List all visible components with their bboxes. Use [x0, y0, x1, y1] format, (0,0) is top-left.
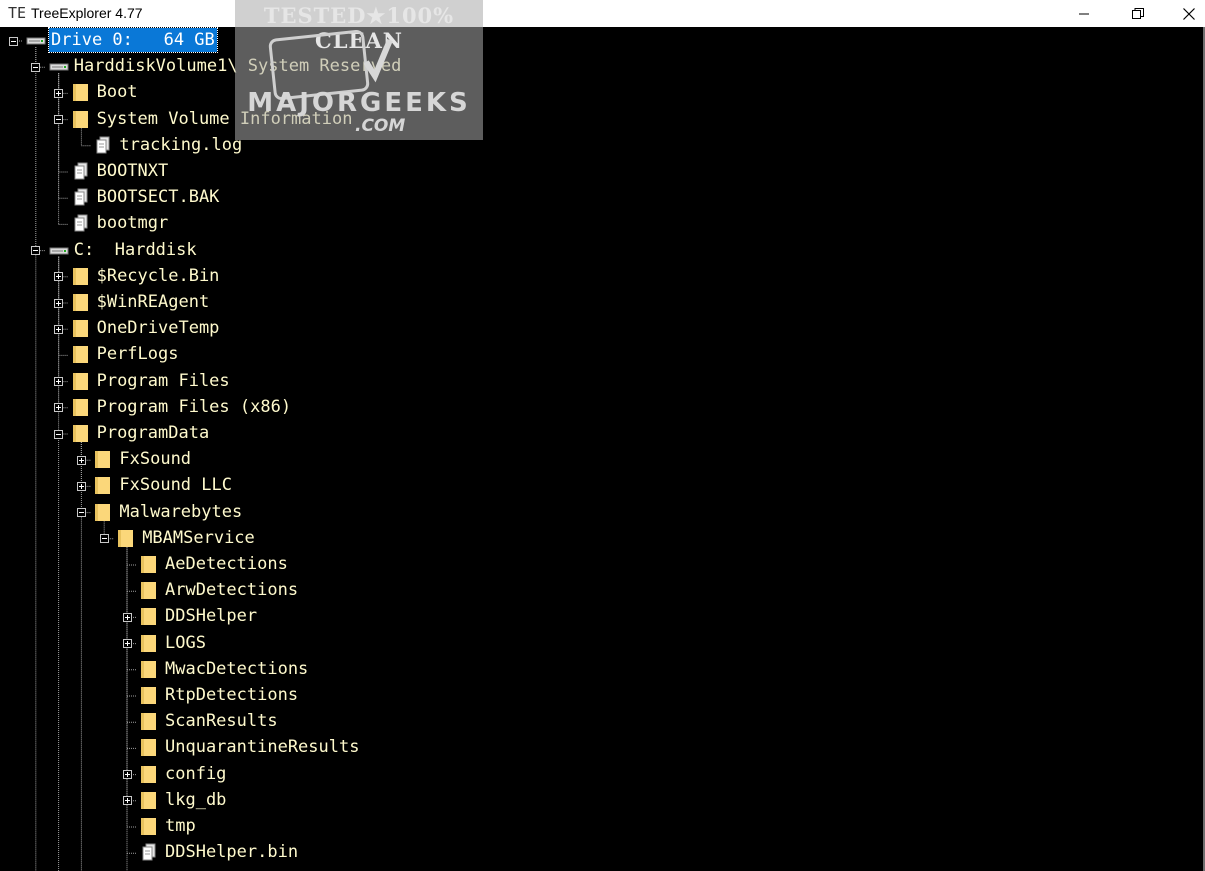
tree-item-folder[interactable]: Program Files: [97, 369, 230, 393]
tree-item-folder[interactable]: lkg_db: [165, 788, 226, 812]
expand-icon[interactable]: [54, 324, 64, 334]
expand-icon[interactable]: [122, 639, 132, 649]
expand-icon[interactable]: [76, 481, 86, 491]
expand-icon[interactable]: [122, 612, 132, 622]
app-icon: TE: [8, 4, 27, 22]
folder-icon: [141, 634, 156, 652]
minimize-button[interactable]: [1061, 0, 1107, 27]
collapse-icon[interactable]: [99, 534, 109, 544]
watermark-main-text: MAJORGEEKS: [247, 88, 471, 118]
folder-icon: [141, 765, 156, 783]
collapse-icon[interactable]: [31, 62, 41, 72]
folder-icon: [141, 791, 156, 809]
tree-item-drive[interactable]: Drive 0: 64 GB: [48, 27, 218, 53]
tree-item-folder[interactable]: FxSound: [119, 447, 191, 471]
folder-icon: [141, 660, 156, 678]
tree-item-folder[interactable]: UnquarantineResults: [165, 735, 359, 759]
tree-item-folder[interactable]: Boot: [97, 80, 138, 104]
file-icon: [74, 214, 88, 232]
tree-item-folder[interactable]: ScanResults: [165, 709, 278, 733]
close-icon: [1183, 7, 1195, 20]
collapse-icon[interactable]: [54, 115, 64, 125]
tree-item-folder[interactable]: tmp: [165, 814, 196, 838]
tree-item-file[interactable]: bootmgr: [97, 211, 169, 235]
expand-icon[interactable]: [122, 796, 132, 806]
expand-icon[interactable]: [54, 88, 64, 98]
tree-item-folder[interactable]: OneDriveTemp: [97, 316, 220, 340]
expand-icon[interactable]: [76, 455, 86, 465]
tree-explorer-window: TE TreeExplorer 4.77 Drive 0: 64 GB Hardd…: [0, 0, 1205, 871]
restore-button[interactable]: [1115, 0, 1161, 27]
tree-view[interactable]: Drive 0: 64 GBHarddiskVolume1\ System Re…: [0, 27, 1205, 871]
tree-item-folder[interactable]: RtpDetections: [165, 683, 298, 707]
folder-icon: [72, 425, 88, 442]
drive-icon: [26, 37, 46, 45]
restore-icon: [1132, 7, 1144, 19]
folder-icon: [141, 556, 156, 573]
window-title: TreeExplorer 4.77: [31, 5, 143, 21]
tree-item-folder[interactable]: Malwarebytes: [119, 500, 242, 524]
minimize-icon: [1079, 13, 1089, 14]
tree-item-folder[interactable]: DDSHelper: [165, 604, 257, 628]
watermark-suffix-text: .COM: [355, 116, 406, 136]
folder-icon: [72, 110, 88, 128]
expand-icon[interactable]: [54, 298, 64, 308]
tree-item-folder[interactable]: MwacDetections: [165, 657, 308, 681]
expand-icon[interactable]: [54, 377, 64, 387]
tree-item-folder[interactable]: Program Files (x86): [97, 395, 291, 419]
folder-icon: [95, 451, 111, 469]
tree-item-folder[interactable]: LOGS: [165, 631, 206, 655]
tree-item-folder[interactable]: $WinREAgent: [97, 290, 210, 314]
folder-icon: [141, 608, 156, 626]
folder-icon: [72, 346, 88, 364]
tree-item-folder[interactable]: AeDetections: [165, 552, 288, 576]
tree-item-folder[interactable]: PerfLogs: [97, 342, 179, 366]
folder-icon: [141, 739, 156, 757]
file-icon: [74, 162, 88, 180]
collapse-icon[interactable]: [8, 36, 18, 46]
tree-item-folder[interactable]: MBAMService: [142, 526, 255, 550]
folder-icon: [72, 84, 88, 102]
folder-icon: [141, 713, 156, 731]
tree-item-folder[interactable]: $Recycle.Bin: [97, 264, 220, 288]
tree-item-file[interactable]: DDSHelper.bin: [165, 840, 298, 864]
folder-icon: [72, 294, 88, 311]
drive-icon: [49, 247, 69, 255]
folder-icon: [141, 687, 156, 704]
folder-icon: [72, 372, 88, 390]
tree-item-file[interactable]: tracking.log: [119, 133, 242, 157]
folder-icon: [72, 320, 88, 338]
tree-item-folder[interactable]: config: [165, 762, 226, 786]
tree-item-drive[interactable]: C: Harddisk: [74, 238, 197, 262]
file-icon: [96, 136, 110, 154]
tree-item-file[interactable]: BOOTSECT.BAK: [97, 185, 220, 209]
tree-item-folder[interactable]: ProgramData: [97, 421, 210, 445]
majorgeeks-watermark: TESTED★100% CLEAN MAJORGEEKS .COM: [235, 0, 483, 140]
tree-item-folder[interactable]: ArwDetections: [165, 578, 298, 602]
folder-icon: [95, 477, 111, 495]
collapse-icon[interactable]: [54, 429, 64, 439]
tree-item-folder[interactable]: FxSound LLC: [119, 473, 232, 497]
folder-icon: [72, 398, 88, 416]
checkmark-icon: [363, 38, 393, 83]
drive-icon: [49, 63, 69, 71]
file-icon: [142, 843, 156, 861]
expand-icon[interactable]: [54, 272, 64, 282]
folder-icon: [118, 529, 134, 547]
file-icon: [74, 188, 88, 206]
tree-item-file[interactable]: BOOTNXT: [97, 159, 169, 183]
folder-icon: [95, 503, 111, 521]
folder-icon: [141, 818, 156, 835]
expand-icon[interactable]: [122, 770, 132, 780]
collapse-icon[interactable]: [76, 508, 86, 518]
expand-icon[interactable]: [54, 403, 64, 413]
folder-icon: [72, 267, 88, 285]
close-button[interactable]: [1166, 0, 1205, 27]
folder-icon: [141, 582, 156, 600]
title-bar[interactable]: TE TreeExplorer 4.77: [0, 0, 1205, 27]
collapse-icon[interactable]: [31, 246, 41, 256]
